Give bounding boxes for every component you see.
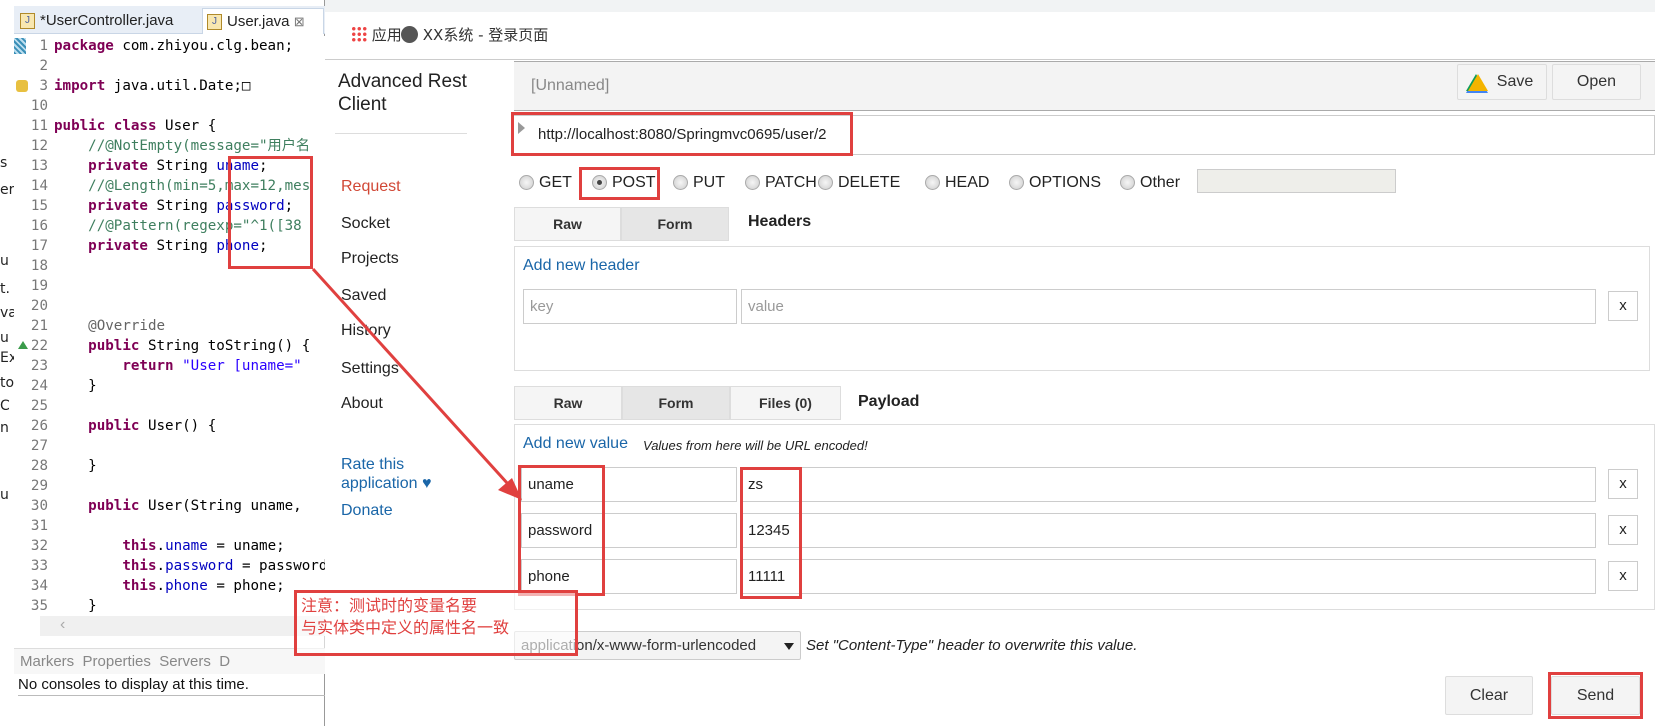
annotation-box: 注意：测试时的变量名要 与实体类中定义的属性名一致 — [294, 590, 578, 656]
arrow-head — [498, 478, 522, 500]
arrow-line — [311, 267, 510, 486]
annotation-arrow — [311, 267, 522, 500]
annotation-line-2: 与实体类中定义的属性名一致 — [301, 618, 510, 637]
annotation-line-1: 注意：测试时的变量名要 — [301, 596, 478, 615]
